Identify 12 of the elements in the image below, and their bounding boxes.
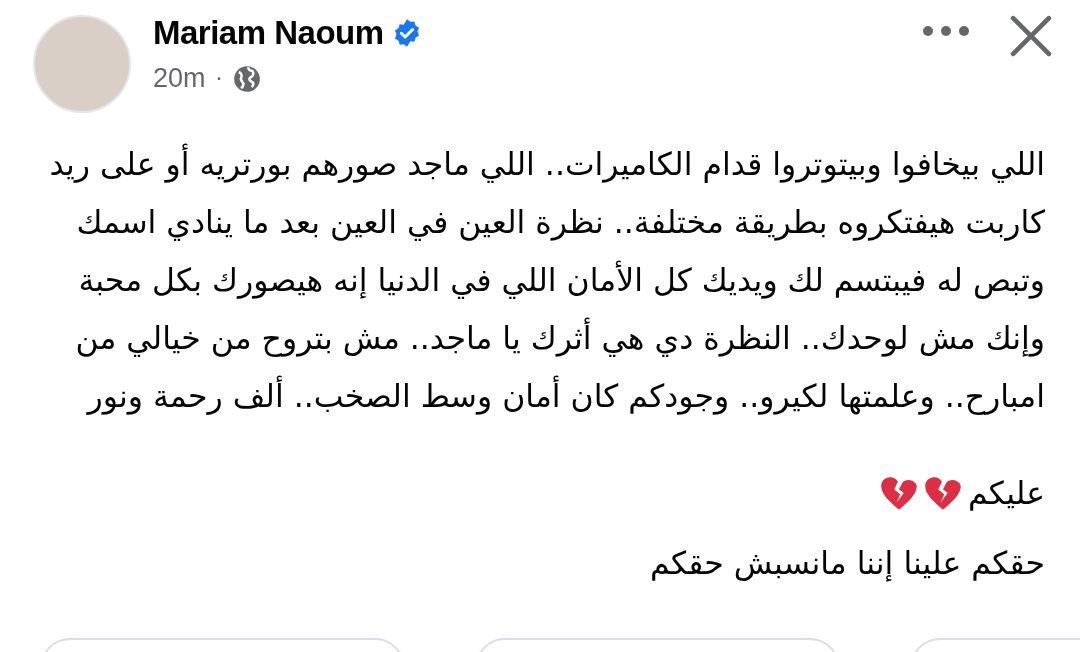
globe-icon [232, 64, 261, 93]
post-text-line: عليكم [967, 475, 1045, 511]
more-options-button[interactable] [922, 25, 970, 37]
close-button[interactable] [1010, 15, 1052, 57]
post-time[interactable]: 20m [153, 63, 206, 94]
author-name[interactable]: Mariam Naoum [153, 14, 384, 52]
post-text-line: كاربت هيفتكروه بطريقة مختلفة.. نظرة العين في العين بعد ما ينادي اسمك [76, 204, 1045, 240]
separator-dot: · [215, 66, 223, 91]
broken-heart-icon [879, 475, 918, 511]
post-text-line: حقكم علينا إننا مانسبش حقكم [649, 545, 1045, 581]
broken-heart-icon [923, 475, 962, 511]
post-text-line: وتبص له فيبتسم لك ويديك كل الأمان اللي في الدنيا إنه هيصورك بكل محبة [78, 262, 1045, 298]
